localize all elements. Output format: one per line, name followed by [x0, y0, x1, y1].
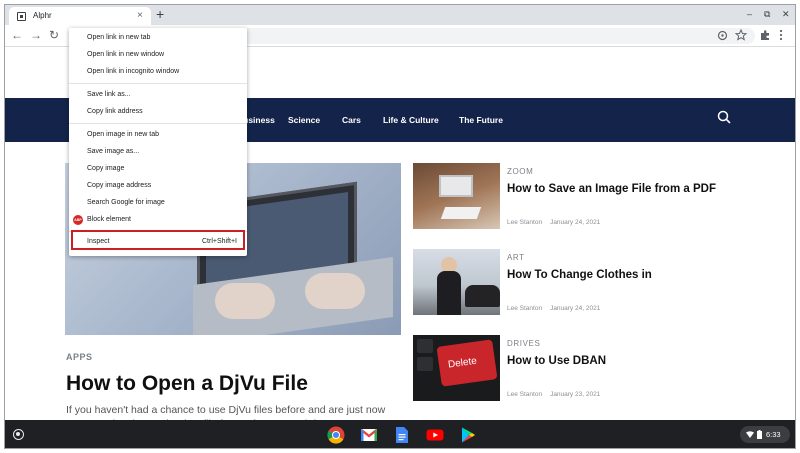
card-category[interactable]: ART [507, 253, 525, 262]
new-tab-button[interactable]: + [156, 6, 164, 22]
card-image-drives[interactable]: Delete [413, 335, 500, 401]
launcher-icon[interactable] [13, 429, 24, 440]
menu-item-save-image-as[interactable]: Save image as... [69, 144, 247, 160]
close-window-button[interactable]: ✕ [782, 8, 790, 20]
menu-item-open-image-new-tab[interactable]: Open image in new tab [69, 127, 247, 143]
battery-icon [757, 430, 762, 439]
card-title[interactable]: How to Save an Image File from a PDF [507, 183, 716, 195]
card-meta: Lee Stanton January 24, 2021 [507, 305, 608, 312]
card-author[interactable]: Lee Stanton [507, 305, 542, 312]
menu-item-open-link-new-window[interactable]: Open link in new window [69, 47, 247, 63]
card-category[interactable]: ZOOM [507, 167, 533, 176]
tab-close-icon[interactable]: × [137, 10, 143, 21]
site-favicon-icon [17, 12, 26, 21]
card-meta: Lee Stanton January 24, 2021 [507, 219, 608, 226]
card-image-zoom[interactable] [413, 163, 500, 229]
wifi-icon [746, 431, 754, 438]
card-date: January 24, 2021 [550, 305, 601, 312]
docs-icon[interactable] [393, 426, 411, 444]
tab-title: Alphr [33, 11, 52, 20]
card-date: January 23, 2021 [550, 391, 601, 398]
extensions-icon[interactable] [759, 29, 771, 41]
browser-window: Alphr × + – ⧉ ✕ ← → ↻ Business Science C… [4, 4, 796, 449]
reload-button[interactable]: ↻ [49, 28, 59, 42]
gmail-icon[interactable] [360, 426, 378, 444]
play-store-icon[interactable] [459, 426, 477, 444]
search-icon[interactable] [717, 110, 731, 124]
menu-dots-icon[interactable] [778, 29, 784, 41]
hero-title[interactable]: How to Open a DjVu File [66, 372, 308, 396]
clock: 6:33 [766, 430, 781, 439]
menu-item-open-link-new-tab[interactable]: Open link in new tab [69, 30, 247, 46]
tab-strip: Alphr × + – ⧉ ✕ [5, 5, 795, 25]
card-author[interactable]: Lee Stanton [507, 391, 542, 398]
minimize-button[interactable]: – [747, 8, 752, 20]
card-meta: Lee Stanton January 23, 2021 [507, 391, 608, 398]
card-date: January 24, 2021 [550, 219, 601, 226]
menu-separator [69, 83, 247, 84]
card-title[interactable]: How To Change Clothes in [507, 269, 652, 281]
nav-science[interactable]: Science [288, 115, 320, 125]
inspect-highlight-box [71, 230, 245, 250]
menu-item-copy-link-address[interactable]: Copy link address [69, 104, 247, 120]
nav-the-future[interactable]: The Future [459, 115, 503, 125]
forward-button[interactable]: → [30, 28, 42, 42]
tab-alphr[interactable]: Alphr × [9, 7, 151, 25]
youtube-icon[interactable] [426, 426, 444, 444]
context-menu: Open link in new tab Open link in new wi… [69, 28, 247, 256]
menu-separator [69, 123, 247, 124]
nav-cars[interactable]: Cars [342, 115, 361, 125]
menu-item-copy-image[interactable]: Copy image [69, 161, 247, 177]
back-button[interactable]: ← [11, 28, 23, 42]
menu-item-copy-image-address[interactable]: Copy image address [69, 178, 247, 194]
menu-item-block-element[interactable]: ABP Block element [69, 212, 247, 228]
menu-item-search-google-image[interactable]: Search Google for image [69, 195, 247, 211]
card-image-art[interactable] [413, 249, 500, 315]
lens-icon[interactable] [717, 30, 728, 41]
card-category[interactable]: DRIVES [507, 339, 540, 348]
hero-category[interactable]: APPS [66, 352, 93, 362]
maximize-button[interactable]: ⧉ [764, 8, 770, 20]
system-tray[interactable]: 6:33 [740, 426, 790, 443]
chrome-icon[interactable] [327, 426, 345, 444]
card-title[interactable]: How to Use DBAN [507, 355, 606, 367]
menu-item-save-link-as[interactable]: Save link as... [69, 87, 247, 103]
adblock-icon: ABP [73, 215, 83, 225]
os-shelf: 6:33 [5, 420, 795, 448]
bookmark-star-icon[interactable] [735, 29, 747, 41]
delete-key-label: Delete [447, 355, 478, 371]
card-author[interactable]: Lee Stanton [507, 219, 542, 226]
nav-life-culture[interactable]: Life & Culture [383, 115, 439, 125]
menu-item-open-link-incognito[interactable]: Open link in incognito window [69, 64, 247, 80]
